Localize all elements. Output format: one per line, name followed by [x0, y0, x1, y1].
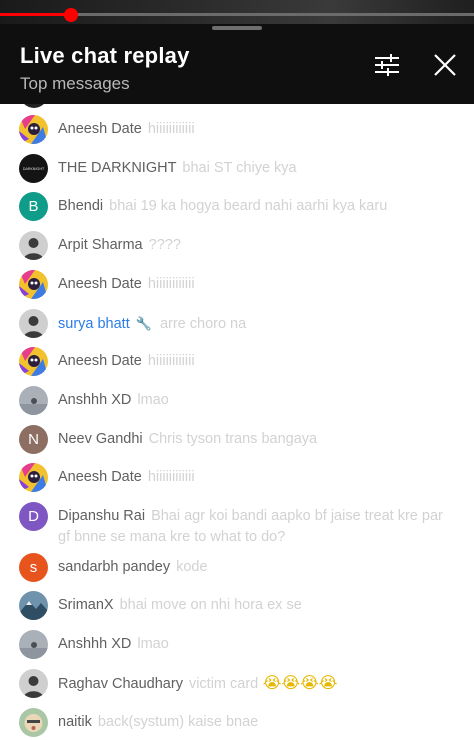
message-content: sandarbh pandey kode	[58, 557, 458, 578]
message-text: lmao	[137, 391, 169, 408]
avatar-initial: N	[28, 430, 39, 448]
chat-header: Live chat replay Top messages	[0, 24, 474, 104]
progress-scrubber[interactable]	[64, 8, 79, 22]
avatar[interactable]	[19, 115, 48, 144]
avatar[interactable]: N	[19, 424, 48, 454]
avatar[interactable]	[19, 308, 48, 338]
avatar[interactable]	[19, 385, 48, 415]
wrench-icon: 🔧	[135, 315, 152, 331]
avatar[interactable]	[19, 463, 48, 493]
author-name[interactable]: Aneesh Date	[58, 469, 142, 485]
avatar[interactable]	[19, 591, 48, 621]
avatar-initial: s	[29, 558, 38, 576]
avatar[interactable]	[19, 231, 48, 261]
message-content: Dipanshu Rai Bhai agr koi bandi aapko bf …	[58, 506, 458, 548]
message-text: back(systum) kaise bnae	[97, 713, 259, 730]
message-text: victim card	[188, 675, 259, 692]
avatar[interactable]: D	[19, 502, 48, 531]
progress-fill	[0, 13, 72, 16]
chat-message-list[interactable]: Aneesh Date hiiiiiiiiiiii DARKNIGHT THE DAR…	[0, 104, 474, 740]
author-name[interactable]: Dipanshu Rai	[58, 508, 145, 524]
message-content: surya bhatt 🔧 arre choro na	[58, 313, 458, 335]
author-name[interactable]: Neev Gandhi	[58, 431, 143, 447]
avatar[interactable]	[19, 668, 48, 698]
author-name[interactable]: sandarbh pandey	[58, 559, 170, 575]
message-text: arre choro na	[159, 315, 247, 332]
message-text: lmao	[137, 636, 169, 653]
author-name[interactable]: Bhendi	[58, 198, 103, 214]
video-progress-bar[interactable]	[0, 8, 474, 22]
filter-button[interactable]	[373, 51, 401, 79]
author-name[interactable]: Raghav Chaudhary	[58, 676, 183, 692]
author-name[interactable]: naitik	[58, 714, 92, 730]
avatar[interactable]	[19, 347, 48, 377]
author-name[interactable]: Aneesh Date	[58, 353, 142, 369]
message-text: bhai move on nhi hora ex se	[119, 597, 302, 614]
message-content: SrimanX bhai move on nhi hora ex se	[58, 595, 458, 616]
message-content: Anshhh XD lmao	[58, 634, 458, 655]
message-content: Aneesh Date hiiiiiiiiiiii	[58, 351, 458, 372]
chat-mode-selector[interactable]: Top messages	[20, 74, 130, 94]
message-text: ????	[148, 237, 181, 254]
message-content: THE DARKNIGHT bhai ST chiye kya	[58, 158, 458, 179]
author-name[interactable]: SrimanX	[58, 597, 114, 613]
message-content: Bhendi bhai 19 ka hogya beard nahi aarhi …	[58, 196, 458, 217]
message-content: Aneesh Date hiiiiiiiiiiii	[58, 467, 458, 488]
crying-emoji: 😭😭😭😭	[258, 674, 338, 692]
tune-sliders-icon	[375, 54, 399, 76]
page-title: Live chat replay	[20, 43, 190, 68]
drag-handle[interactable]	[212, 26, 262, 30]
message-text: hiiiiiiiiiiii	[147, 353, 195, 370]
author-name[interactable]: Arpit Sharma	[58, 237, 143, 253]
message-text: bhai 19 ka hogya beard nahi aarhi kya ka…	[109, 198, 388, 215]
message-text: hiiiiiiiiiiii	[147, 275, 195, 292]
svg-text:DARKNIGHT: DARKNIGHT	[23, 167, 45, 171]
message-content: Arpit Sharma????	[58, 235, 458, 256]
message-text: bhai ST chiye kya	[182, 159, 297, 176]
video-player-strip	[0, 0, 474, 24]
message-content: Aneesh Date hiiiiiiiiiiii	[58, 119, 458, 140]
avatar-initial: B	[28, 198, 39, 216]
author-name[interactable]: surya bhatt	[58, 316, 130, 332]
author-name[interactable]: Anshhh XD	[58, 636, 131, 652]
message-content: Raghav Chaudhary victim card 😭😭😭😭	[58, 673, 458, 695]
author-name[interactable]: THE DARKNIGHT	[58, 160, 176, 176]
message-content: Anshhh XD lmao	[58, 390, 458, 411]
avatar[interactable]	[19, 269, 48, 299]
author-name[interactable]: Aneesh Date	[58, 121, 142, 137]
avatar-initial: D	[28, 508, 39, 525]
message-content: Neev Gandhi Chris tyson trans bangaya	[58, 429, 458, 450]
avatar[interactable]: B	[19, 192, 48, 222]
message-text: Chris tyson trans bangaya	[148, 430, 318, 447]
avatar[interactable]	[19, 707, 48, 737]
avatar	[20, 104, 48, 108]
author-name[interactable]: Anshhh XD	[58, 392, 131, 408]
message-text: hiiiiiiiiiiii	[147, 469, 195, 486]
author-name[interactable]: Aneesh Date	[58, 276, 142, 292]
message-text: kode	[176, 558, 208, 575]
message-text: hiiiiiiiiiiii	[147, 121, 195, 137]
avatar[interactable]	[19, 630, 48, 660]
message-content: naitik back(systum) kaise bnae	[58, 712, 458, 733]
message-content: Aneesh Date hiiiiiiiiiiii	[58, 274, 458, 295]
close-button[interactable]	[431, 51, 459, 79]
avatar[interactable]: DARKNIGHT	[19, 153, 48, 183]
close-icon	[434, 54, 456, 76]
avatar[interactable]: s	[19, 552, 48, 582]
